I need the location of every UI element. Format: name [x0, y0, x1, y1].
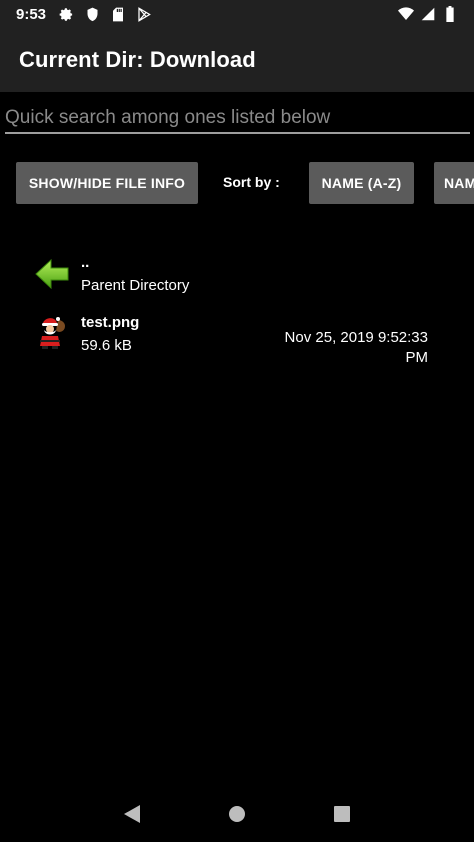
- battery-icon: [442, 6, 458, 22]
- gear-icon: [58, 6, 74, 22]
- signal-icon: [420, 6, 436, 22]
- sort-name-desc-button[interactable]: NAM: [434, 162, 474, 204]
- recents-icon[interactable]: [322, 794, 362, 834]
- file-name: test.png: [81, 314, 140, 331]
- back-icon[interactable]: [112, 794, 152, 834]
- screen: 9:53 Current Dir: Download Quick search …: [0, 0, 474, 842]
- sort-by-label: Sort by :: [223, 174, 280, 190]
- home-icon[interactable]: [217, 794, 257, 834]
- status-bar: 9:53: [0, 0, 474, 28]
- search-container: [5, 103, 470, 135]
- page-title: Current Dir: Download: [19, 47, 256, 72]
- shield-icon: [84, 6, 100, 22]
- santa-image-icon: [34, 314, 70, 350]
- file-date: Nov 25, 2019 9:52:33 PM: [284, 329, 428, 366]
- play-store-icon: [136, 6, 152, 22]
- show-hide-file-info-button[interactable]: SHOW/HIDE FILE INFO: [16, 162, 198, 204]
- file-name: ..: [81, 254, 90, 271]
- status-time: 9:53: [16, 5, 47, 23]
- app-bar: Current Dir: Download: [0, 28, 474, 92]
- controls-row: SHOW/HIDE FILE INFO Sort by : NAME (A-Z)…: [0, 162, 474, 206]
- list-item-parent-directory[interactable]: .. Parent Directory: [0, 250, 474, 300]
- back-arrow-icon: [34, 256, 70, 292]
- sort-name-az-button[interactable]: NAME (A-Z): [309, 162, 414, 204]
- wifi-icon: [398, 6, 414, 22]
- file-size: 59.6 kB: [81, 337, 132, 354]
- file-description: Parent Directory: [81, 277, 190, 294]
- sd-card-icon: [110, 6, 126, 22]
- status-right-icons: [398, 6, 458, 22]
- search-input[interactable]: [5, 103, 470, 134]
- navigation-bar: [0, 786, 474, 842]
- status-left-icons: [58, 6, 152, 22]
